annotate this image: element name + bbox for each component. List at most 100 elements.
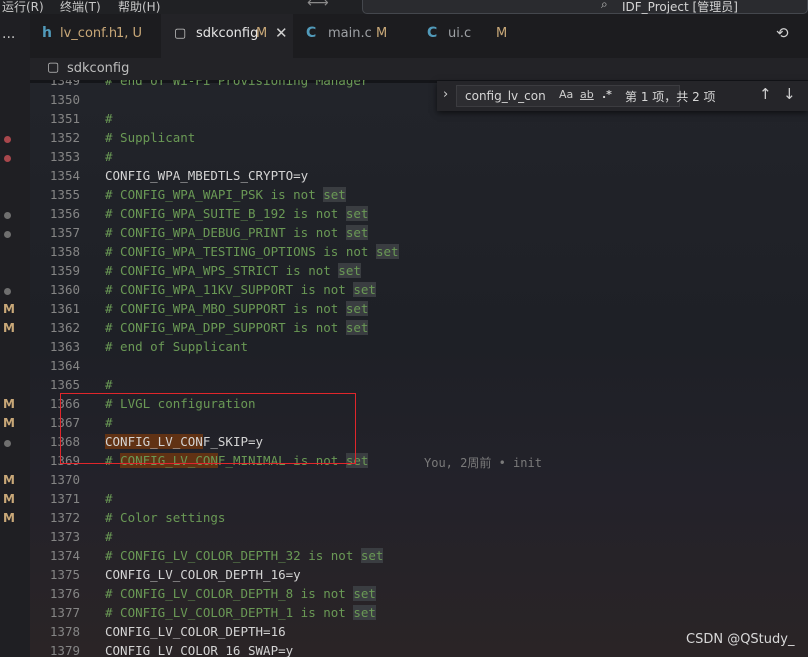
forward-arrow-icon[interactable]: → bbox=[317, 0, 329, 11]
line-number: 1372 bbox=[49, 510, 80, 525]
tab-ui-c[interactable]: C ui.c M bbox=[415, 14, 533, 58]
whole-word-icon[interactable]: ab bbox=[580, 88, 594, 101]
code-line[interactable]: 1377 # CONFIG_LV_COLOR_DEPTH_1 is not set bbox=[30, 605, 808, 624]
token: set bbox=[345, 453, 369, 468]
token: # CONFIG_LV_COLOR_DEPTH_8 is not bbox=[105, 586, 354, 601]
code-line[interactable]: 1372 # Color settings bbox=[30, 510, 808, 529]
token: CONFIG_LV_COLOR_DEPTH_16=y bbox=[105, 567, 301, 582]
code-line[interactable]: 1371 # bbox=[30, 491, 808, 510]
token: # CONFIG_WPA_MBO_SUPPORT is not bbox=[105, 301, 346, 316]
token: set bbox=[345, 206, 369, 221]
line-number: 1364 bbox=[49, 358, 80, 373]
token: # bbox=[105, 149, 113, 164]
line-number: 1362 bbox=[49, 320, 80, 335]
next-match-icon[interactable]: ↓ bbox=[783, 85, 796, 103]
code-editor[interactable]: 1349 # end of Wi-Fi Provisioning Manager 1… bbox=[30, 80, 808, 657]
menu-help[interactable]: 帮助(H) bbox=[118, 0, 160, 15]
code-line[interactable]: 1355 # CONFIG_WPA_WAPI_PSK is not set bbox=[30, 187, 808, 206]
line-number: 1369 bbox=[49, 453, 80, 468]
line-number: 1374 bbox=[49, 548, 80, 563]
line-number: 1351 bbox=[49, 111, 80, 126]
line-number: 1349 bbox=[49, 80, 80, 88]
breadcrumb-file[interactable]: sdkconfig bbox=[67, 61, 129, 76]
code-text: # CONFIG_WPA_TESTING_OPTIONS is not set bbox=[105, 244, 399, 259]
breakpoint-dot-icon bbox=[4, 231, 11, 238]
code-line[interactable]: 1358 # CONFIG_WPA_TESTING_OPTIONS is not … bbox=[30, 244, 808, 263]
code-line[interactable]: 1359 # CONFIG_WPA_WPS_STRICT is not set bbox=[30, 263, 808, 282]
line-number: 1361 bbox=[49, 301, 80, 316]
token: # end of Wi-Fi Provisioning Manager bbox=[105, 80, 369, 88]
code-text: CONFIG_LV_CONF_SKIP=y bbox=[105, 434, 263, 449]
token: # bbox=[105, 491, 113, 506]
command-center[interactable]: ⌕ IDF_Project [管理员] bbox=[362, 0, 808, 14]
code-line[interactable]: 1364 bbox=[30, 358, 808, 377]
code-text: CONFIG_WPA_MBEDTLS_CRYPTO=y bbox=[105, 168, 308, 183]
code-line[interactable]: 1360 # CONFIG_WPA_11KV_SUPPORT is not set bbox=[30, 282, 808, 301]
match-case-icon[interactable]: Aa bbox=[559, 88, 573, 101]
modified-marker: M bbox=[3, 397, 15, 411]
menu-terminal[interactable]: 终端(T) bbox=[60, 0, 101, 15]
modified-marker: M bbox=[3, 473, 15, 487]
token: # Color settings bbox=[105, 510, 226, 525]
token: set bbox=[353, 586, 376, 601]
line-number: 1355 bbox=[49, 187, 80, 202]
code-text: CONFIG_LV_COLOR_DEPTH=16 bbox=[105, 624, 286, 639]
tab-status: 1, U bbox=[116, 26, 143, 41]
code-line[interactable]: 1369 # CONFIG_LV_CONF_MINIMAL is not set bbox=[30, 453, 808, 472]
breakpoint-dot-icon bbox=[4, 155, 11, 162]
previous-match-icon[interactable]: ↑ bbox=[759, 85, 772, 103]
code-line[interactable]: 1356 # CONFIG_WPA_SUITE_B_192 is not set bbox=[30, 206, 808, 225]
code-text: # bbox=[105, 529, 113, 544]
menu-run[interactable]: 运行(R) bbox=[2, 0, 44, 15]
code-line[interactable]: 1361 # CONFIG_WPA_MBO_SUPPORT is not set bbox=[30, 301, 808, 320]
code-line[interactable]: 1374 # CONFIG_LV_COLOR_DEPTH_32 is not se… bbox=[30, 548, 808, 567]
token: # bbox=[105, 111, 113, 126]
code-line[interactable]: 1351 # bbox=[30, 111, 808, 130]
regex-icon[interactable]: .* bbox=[602, 88, 612, 101]
code-text: # Supplicant bbox=[105, 130, 195, 145]
code-line[interactable]: 1353 # bbox=[30, 149, 808, 168]
more-icon[interactable]: ··· bbox=[2, 30, 15, 46]
modified-marker: M bbox=[3, 321, 15, 335]
tab-sdkconfig[interactable]: ▢ sdkconfig M ✕ bbox=[161, 14, 293, 58]
find-query: config_lv_con bbox=[465, 89, 546, 103]
line-number: 1359 bbox=[49, 263, 80, 278]
code-line[interactable]: 1370 bbox=[30, 472, 808, 491]
modified-marker: M bbox=[3, 302, 15, 316]
code-line[interactable]: 1367 # bbox=[30, 415, 808, 434]
tab-status: M bbox=[256, 26, 268, 41]
c-header-icon: h bbox=[42, 25, 52, 41]
code-text: # end of Supplicant bbox=[105, 339, 248, 354]
code-line[interactable]: 1363 # end of Supplicant bbox=[30, 339, 808, 358]
code-line[interactable]: 1357 # CONFIG_WPA_DEBUG_PRINT is not set bbox=[30, 225, 808, 244]
line-number: 1377 bbox=[49, 605, 80, 620]
line-number: 1356 bbox=[49, 206, 80, 221]
code-line[interactable]: 1365 # bbox=[30, 377, 808, 396]
code-line[interactable]: 1375 CONFIG_LV_COLOR_DEPTH_16=y bbox=[30, 567, 808, 586]
token: # CONFIG_WPA_WPS_STRICT is not bbox=[105, 263, 339, 278]
token: # CONFIG_WPA_SUITE_B_192 is not bbox=[105, 206, 346, 221]
tab-lv-conf-h[interactable]: h lv_conf.h 1, U bbox=[30, 14, 160, 58]
compare-changes-icon[interactable]: ⟲ bbox=[776, 24, 789, 42]
code-line[interactable]: 1376 # CONFIG_LV_COLOR_DEPTH_8 is not set bbox=[30, 586, 808, 605]
code-line[interactable]: 1373 # bbox=[30, 529, 808, 548]
breadcrumb: ▢ sdkconfig bbox=[30, 58, 808, 80]
code-line[interactable]: 1362 # CONFIG_WPA_DPP_SUPPORT is not set bbox=[30, 320, 808, 339]
code-text: # bbox=[105, 415, 113, 430]
code-line[interactable]: 1354 CONFIG_WPA_MBEDTLS_CRYPTO=y bbox=[30, 168, 808, 187]
token: # LVGL configuration bbox=[105, 396, 256, 411]
close-icon[interactable]: ✕ bbox=[275, 24, 288, 42]
code-line[interactable]: 1366 # LVGL configuration bbox=[30, 396, 808, 415]
code-line[interactable]: 1352 # Supplicant bbox=[30, 130, 808, 149]
search-icon: ⌕ bbox=[601, 0, 608, 11]
code-line[interactable]: 1368 CONFIG_LV_CONF_SKIP=y bbox=[30, 434, 808, 453]
command-center-label: IDF_Project [管理员] bbox=[622, 0, 738, 14]
toggle-replace-icon[interactable]: › bbox=[443, 87, 448, 102]
token: set bbox=[353, 282, 376, 297]
line-number: 1371 bbox=[49, 491, 80, 506]
code-text: # CONFIG_WPA_11KV_SUPPORT is not set bbox=[105, 282, 376, 297]
breakpoint-dot-icon bbox=[4, 440, 11, 447]
code-text: # CONFIG_WPA_SUITE_B_192 is not set bbox=[105, 206, 369, 221]
tab-main-c[interactable]: C main.c M bbox=[294, 14, 414, 58]
token: set bbox=[338, 263, 361, 278]
